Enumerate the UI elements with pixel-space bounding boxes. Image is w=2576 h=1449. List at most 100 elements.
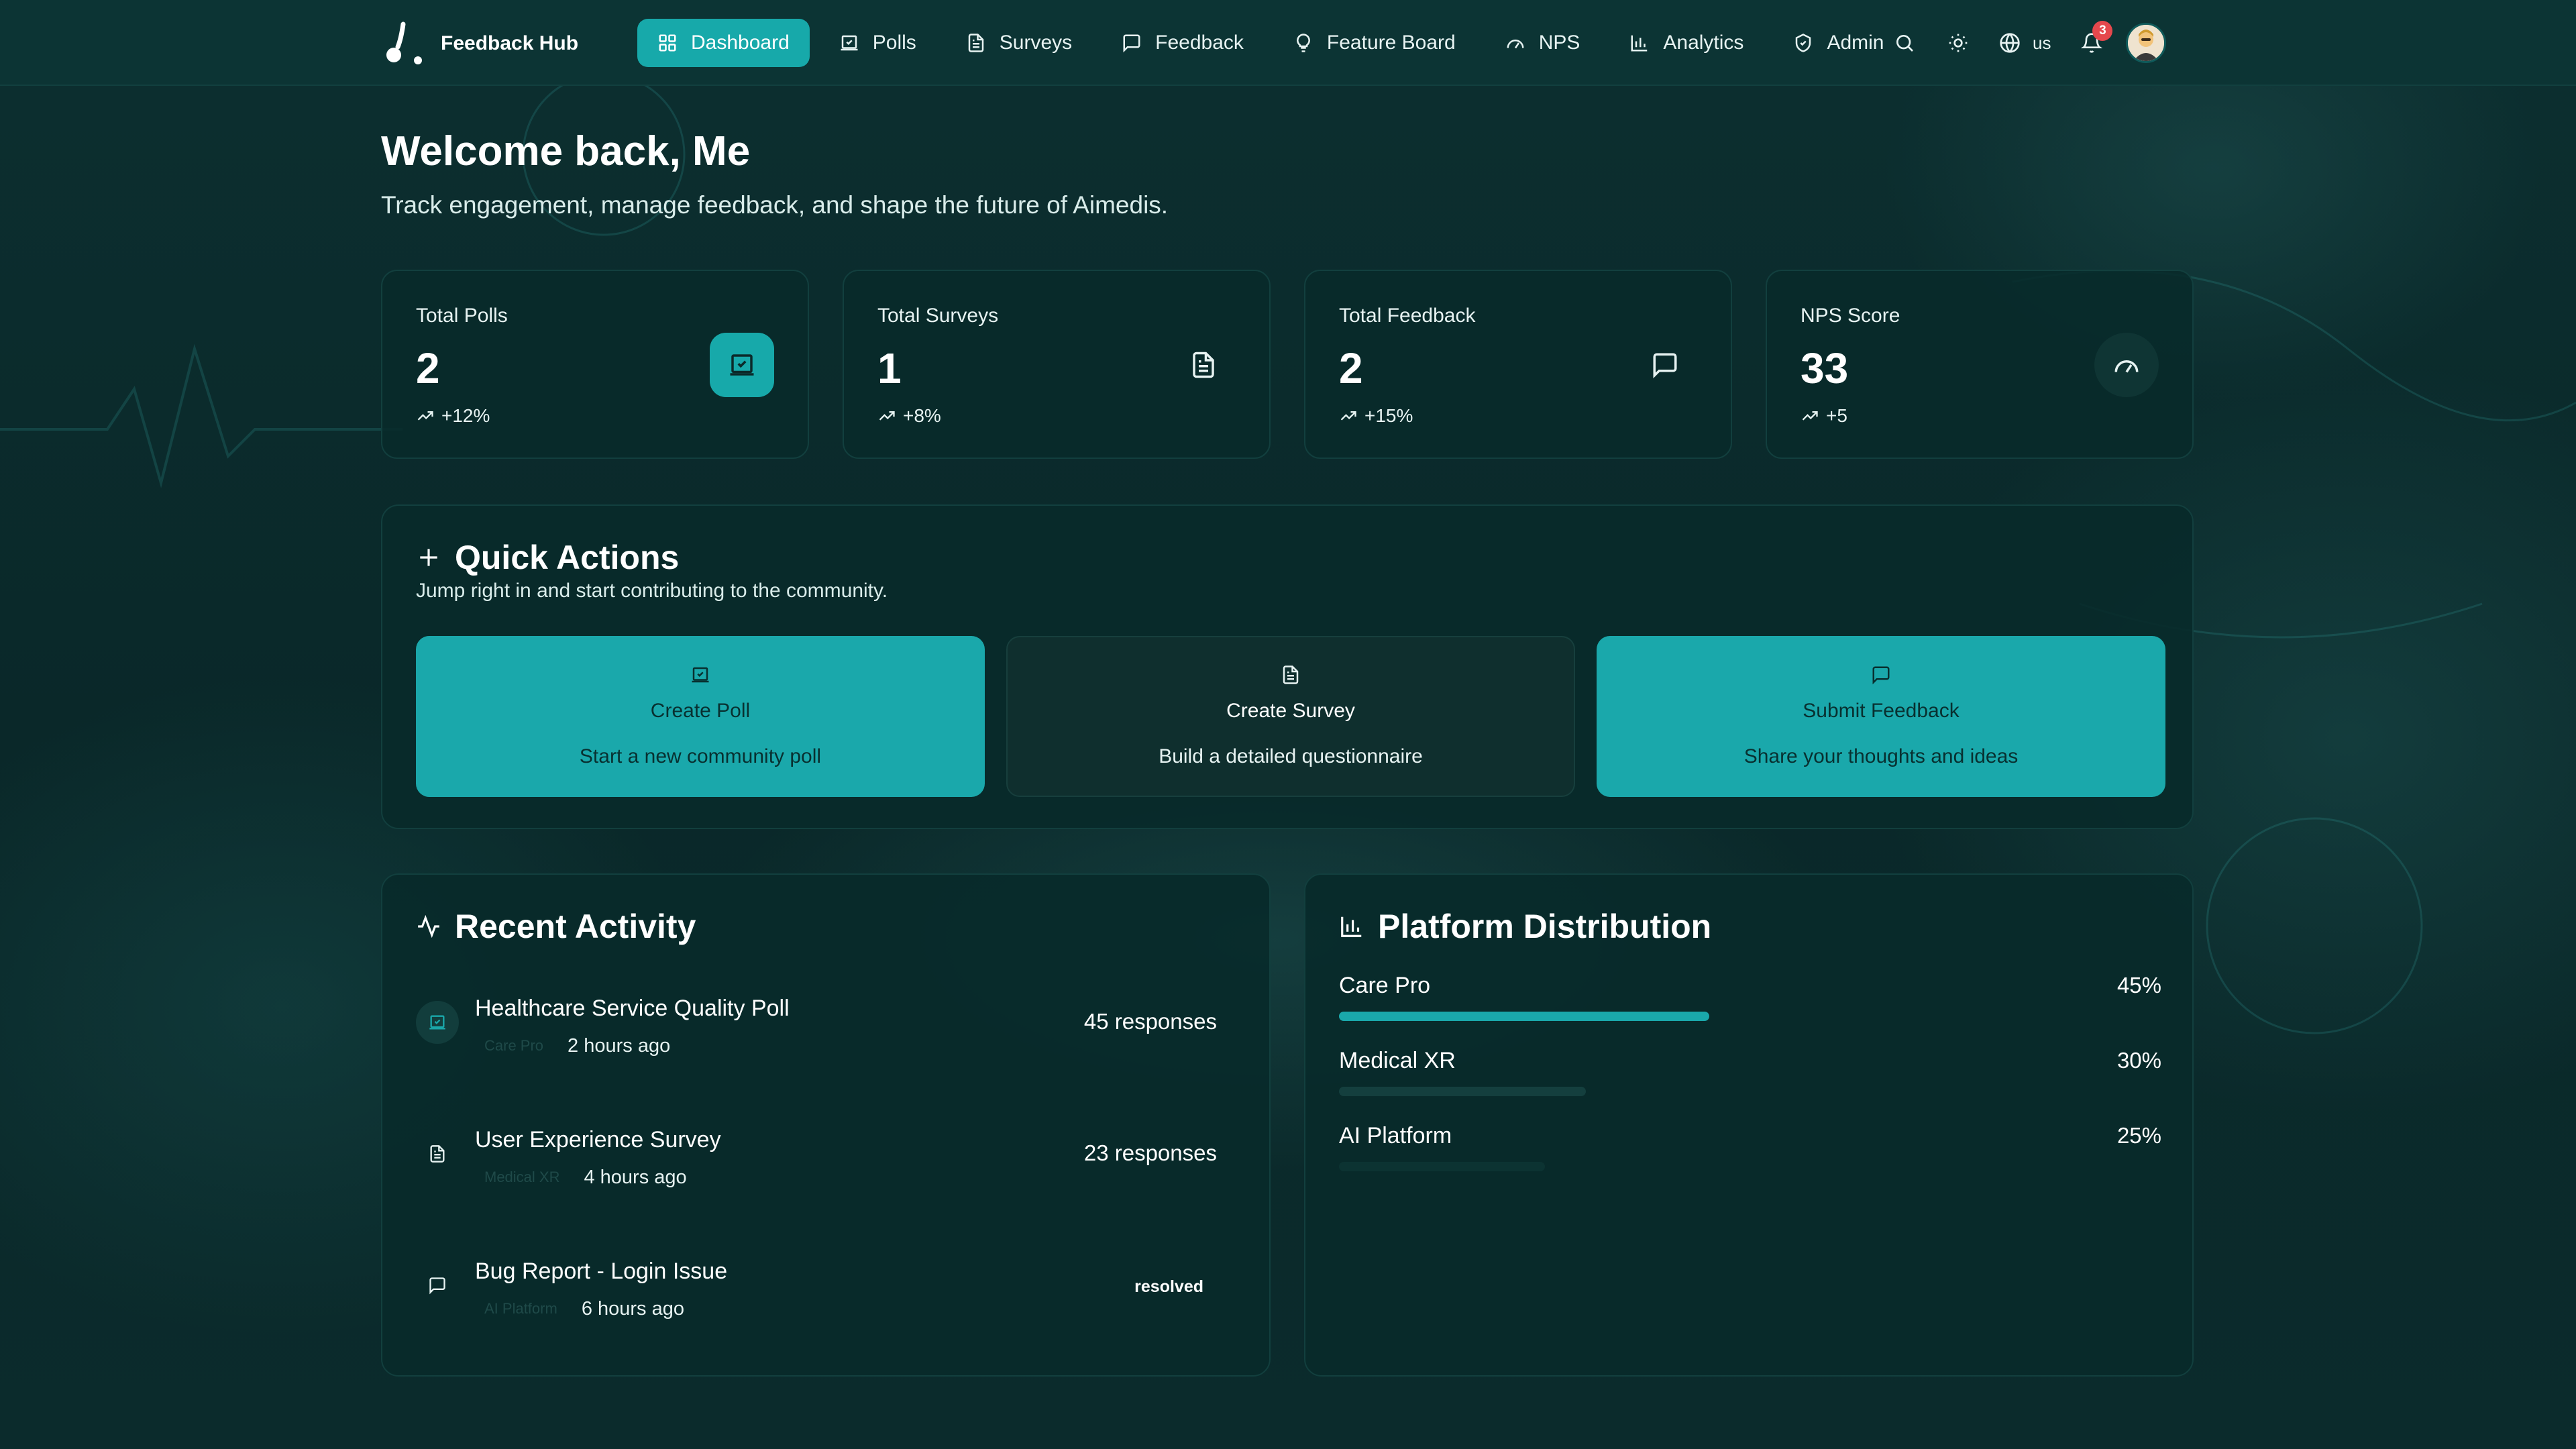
stat-card-total-surveys: Total Surveys 1 +8%: [843, 270, 1271, 459]
platform-percent: 30%: [2116, 1048, 2161, 1073]
progress-track: [1339, 1087, 2161, 1096]
poll-icon: [429, 1015, 445, 1030]
nav-item-feedback[interactable]: Feedback: [1102, 19, 1264, 67]
activity-item[interactable]: Bug Report - Login Issue AI Platform 6 h…: [416, 1245, 1238, 1377]
gauge-icon: [2114, 360, 2139, 373]
panel-title-text: Recent Activity: [455, 908, 696, 945]
activity-title: Healthcare Service Quality Poll: [475, 996, 790, 1021]
activity-icon-wrap: [416, 1001, 459, 1044]
poll-icon: [692, 667, 709, 683]
platform-percent: 45%: [2116, 973, 2161, 998]
platform-name: AI Platform: [1339, 1123, 1452, 1148]
nav-item-label: Dashboard: [691, 32, 790, 54]
nav-item-feature-board[interactable]: Feature Board: [1273, 19, 1476, 67]
nav-item-label: Admin: [1827, 32, 1884, 54]
poll-icon: [730, 354, 754, 376]
search-icon: [1896, 35, 1913, 52]
stat-icon: [1171, 333, 1236, 397]
stat-delta: +12%: [416, 405, 774, 427]
bar-chart-icon: [1631, 35, 1648, 52]
search-button[interactable]: [1885, 23, 1924, 62]
brand-name: Feedback Hub: [441, 32, 579, 54]
nav-item-label: NPS: [1538, 32, 1580, 54]
activity-responses: 45 responses: [1083, 1009, 1217, 1034]
stat-label: Total Polls: [416, 305, 508, 327]
recent-activity-panel: Recent Activity Healthcare Service Quali…: [381, 873, 1271, 1377]
bar-chart-icon: [1341, 916, 1362, 937]
nav-item-surveys[interactable]: Surveys: [946, 19, 1092, 67]
activity-meta: Care Pro 2 hours ago: [475, 1034, 670, 1057]
nav-item-dashboard[interactable]: Dashboard: [637, 19, 810, 67]
notification-badge: 3: [2092, 21, 2113, 41]
dashboard-icon: [659, 34, 676, 52]
progress-fill: [1339, 1087, 1586, 1096]
nav-item-analytics[interactable]: Analytics: [1609, 19, 1764, 67]
shield-icon: [1796, 34, 1811, 52]
nav-item-polls[interactable]: Polls: [819, 19, 936, 67]
trending-up-icon: [417, 411, 433, 421]
nav-item-label: Surveys: [999, 32, 1073, 54]
theme-toggle-button[interactable]: [1939, 23, 1978, 62]
message-icon: [1123, 34, 1140, 53]
message-icon: [1653, 353, 1677, 378]
platform-row: Care Pro 45%: [1339, 973, 2161, 1048]
message-icon: [429, 1277, 445, 1295]
language-label: us: [2033, 32, 2051, 53]
platform-tag: Care Pro: [484, 1037, 544, 1054]
activity-icon: [418, 914, 439, 938]
activity-responses: 23 responses: [1083, 1140, 1217, 1165]
nav-item-nps[interactable]: NPS: [1485, 19, 1601, 67]
activity-meta: Medical XR 4 hours ago: [475, 1166, 687, 1189]
progress-track: [1339, 1012, 2161, 1021]
brand[interactable]: Feedback Hub: [379, 20, 578, 67]
platform-row: AI Platform 25%: [1339, 1123, 2161, 1198]
activity-title: Bug Report - Login Issue: [475, 1258, 728, 1284]
sun-icon: [1949, 34, 1968, 52]
stat-delta: +5: [1801, 405, 2159, 427]
stat-delta-value: +12%: [441, 405, 490, 426]
nav-item-label: Analytics: [1663, 32, 1744, 54]
recent-activity-title: Recent Activity: [416, 907, 696, 946]
activity-item[interactable]: Healthcare Service Quality Poll Care Pro…: [416, 982, 1238, 1114]
activity-icon-wrap: [416, 1264, 459, 1307]
stat-icon: [710, 333, 774, 397]
gauge-icon: [1507, 40, 1524, 49]
trending-up-icon: [1802, 411, 1818, 421]
notifications-button[interactable]: 3: [2072, 21, 2113, 62]
document-icon: [968, 34, 984, 52]
platform-percent: 25%: [2116, 1123, 2161, 1148]
nav-item-label: Polls: [872, 32, 916, 54]
stat-delta-value: +5: [1826, 405, 1847, 426]
nav-item-label: Feedback: [1155, 32, 1244, 54]
button-title: Create Poll: [650, 700, 751, 722]
document-icon: [1283, 665, 1299, 684]
quick-actions-panel: Quick Actions Jump right in and start co…: [381, 504, 2194, 829]
language-selector[interactable]: us: [1992, 32, 2057, 54]
activity-title: User Experience Survey: [475, 1127, 721, 1152]
stat-icon: [1633, 333, 1697, 397]
platform-distribution-title: Platform Distribution: [1339, 907, 1711, 946]
plus-icon: [420, 549, 437, 566]
message-icon: [1872, 666, 1890, 685]
avatar[interactable]: [2126, 23, 2167, 63]
document-icon: [430, 1145, 445, 1163]
stat-delta: +8%: [877, 405, 1236, 427]
activity-list: Healthcare Service Quality Poll Care Pro…: [416, 982, 1238, 1377]
progress-fill: [1339, 1012, 1709, 1021]
document-icon: [1193, 352, 1214, 378]
panel-title-text: Platform Distribution: [1378, 908, 1712, 945]
submit-feedback-button[interactable]: Submit Feedback Share your thoughts and …: [1597, 636, 2165, 797]
button-description: Share your thoughts and ideas: [1743, 745, 2019, 767]
globe-icon: [2000, 33, 2020, 53]
progress-track: [1339, 1162, 2161, 1171]
create-poll-button[interactable]: Create Poll Start a new community poll: [416, 636, 985, 797]
stat-label: Total Surveys: [877, 305, 999, 327]
user-avatar-icon: [2128, 25, 2165, 61]
activity-item[interactable]: User Experience Survey Medical XR 4 hour…: [416, 1114, 1238, 1245]
stat-delta-value: +15%: [1364, 405, 1413, 426]
quick-actions-title: Quick Actions: [416, 538, 679, 577]
activity-time: 4 hours ago: [584, 1166, 687, 1188]
create-survey-button[interactable]: Create Survey Build a detailed questionn…: [1006, 636, 1575, 797]
button-title: Create Survey: [1226, 700, 1355, 722]
stat-card-total-feedback: Total Feedback 2 +15%: [1304, 270, 1732, 459]
